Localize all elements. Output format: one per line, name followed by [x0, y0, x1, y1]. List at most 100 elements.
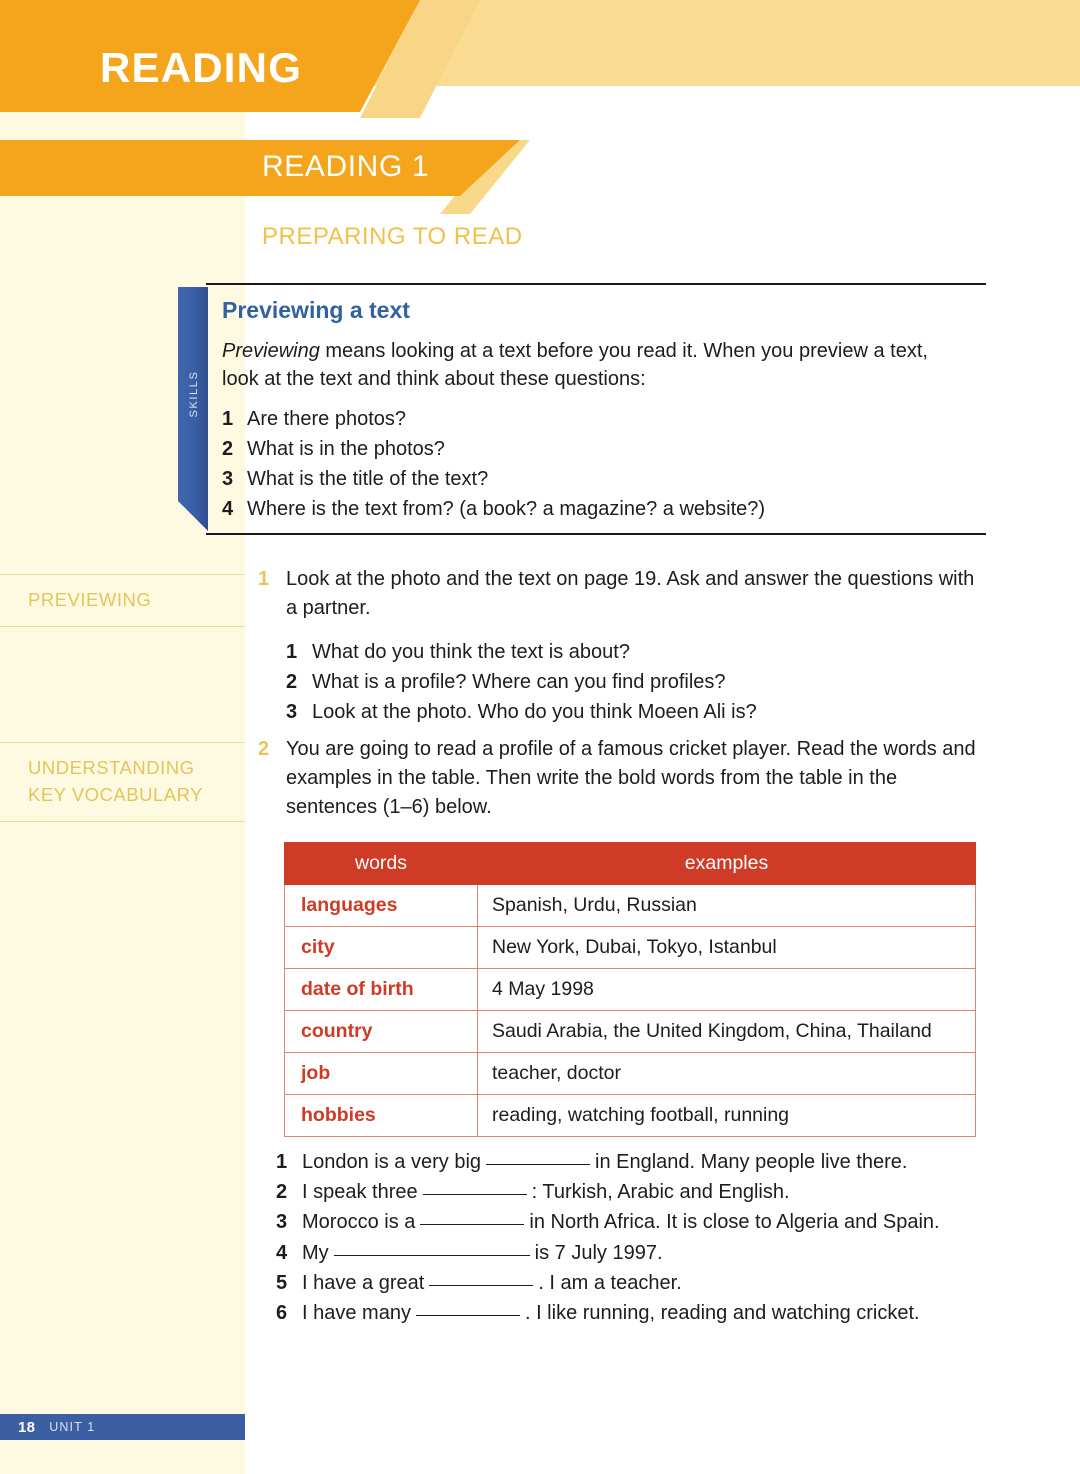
- answer-blank[interactable]: [420, 1224, 525, 1226]
- left-margin-column: [0, 0, 245, 1474]
- margin-label-previewing: PREVIEWING: [0, 574, 245, 627]
- skills-question-item: 3 What is the title of the text?: [222, 464, 982, 494]
- skills-question-number: 1: [222, 408, 234, 431]
- table-cell-examples: teacher, doctor: [477, 1052, 976, 1095]
- reading1-banner: [0, 140, 520, 196]
- skills-intro-rest: means looking at a text before you read …: [222, 339, 928, 391]
- table-cell-word: job: [284, 1052, 478, 1095]
- table-cell-word: languages: [284, 884, 478, 927]
- margin-label-key-vocabulary: UNDERSTANDING KEY VOCABULARY: [0, 742, 245, 822]
- gap-fill-after: in North Africa. It is close to Algeria …: [529, 1211, 940, 1234]
- skills-intro-paragraph: Previewing means looking at a text befor…: [222, 337, 947, 395]
- table-cell-examples: Spanish, Urdu, Russian: [477, 884, 976, 927]
- table-row: languages Spanish, Urdu, Russian: [284, 884, 976, 927]
- exercise-1-subquestions: 1 What do you think the text is about? 2…: [286, 637, 988, 727]
- skills-question-text: What is in the photos?: [247, 438, 445, 461]
- gap-fill-sentence: I have a great . I am a teacher.: [302, 1268, 682, 1298]
- exercise-1-subquestion: 1 What do you think the text is about?: [286, 637, 988, 667]
- textbook-page: READING READING 1 PREPARING TO READ SKIL…: [0, 0, 1080, 1474]
- gap-fill-before: I have many: [302, 1301, 411, 1324]
- skills-box-top-rule: [206, 283, 986, 285]
- gap-fill-item: 4 My is 7 July 1997.: [276, 1238, 996, 1268]
- exercise-2-instruction: You are going to read a profile of a fam…: [286, 738, 976, 818]
- skills-question-item: 2 What is in the photos?: [222, 434, 982, 464]
- table-cell-examples: reading, watching football, running: [477, 1094, 976, 1137]
- table-cell-word: date of birth: [284, 968, 478, 1011]
- gap-fill-item: 3 Morocco is a in North Africa. It is clo…: [276, 1207, 996, 1237]
- footer-page-number: 18: [18, 1418, 36, 1436]
- gap-fill-item: 6 I have many . I like running, reading a…: [276, 1298, 996, 1328]
- subquestion-text: Look at the photo. Who do you think Moee…: [312, 700, 757, 723]
- exercise-1-body: Look at the photo and the text on page 1…: [286, 565, 988, 727]
- gap-fill-sentence: I have many . I like running, reading and…: [302, 1298, 920, 1328]
- gap-fill-number: 1: [276, 1151, 288, 1173]
- gap-fill-number: 5: [276, 1271, 288, 1294]
- answer-blank[interactable]: [429, 1284, 534, 1286]
- skills-tab-label: SKILLS: [188, 370, 200, 418]
- gap-fill-after: . I am a teacher.: [538, 1271, 682, 1294]
- gap-fill-after: . I like running, reading and watching c…: [524, 1301, 920, 1324]
- subquestion-text: What do you think the text is about?: [312, 640, 630, 663]
- table-cell-examples: New York, Dubai, Tokyo, Istanbul: [477, 926, 976, 969]
- gap-fill-after: : Turkish, Arabic and English.: [531, 1181, 790, 1204]
- exercise-2-number: 2: [258, 738, 270, 760]
- gap-fill-number: 3: [276, 1211, 288, 1234]
- table-cell-word: hobbies: [284, 1094, 478, 1137]
- table-cell-word: city: [284, 926, 478, 969]
- gap-fill-number: 2: [276, 1181, 288, 1204]
- vocabulary-table-head: words examples: [284, 842, 976, 885]
- gap-fill-before: My: [302, 1241, 329, 1264]
- table-row: hobbies reading, watching football, runn…: [284, 1094, 976, 1137]
- exercise-2: 2 You are going to read a profile of a f…: [258, 735, 988, 821]
- gap-fill-item: 5 I have a great . I am a teacher.: [276, 1268, 996, 1298]
- gap-fill-list: 1 London is a very big in England. Many p…: [276, 1147, 996, 1328]
- section-subtitle: PREPARING TO READ: [262, 223, 523, 250]
- table-cell-examples: Saudi Arabia, the United Kingdom, China,…: [477, 1010, 976, 1053]
- margin-label-line2: KEY VOCABULARY: [28, 783, 203, 805]
- skills-question-number: 4: [222, 498, 234, 521]
- table-header-words: words: [284, 842, 478, 885]
- page-title: READING: [100, 44, 303, 91]
- exercise-1-subquestion: 2 What is a profile? Where can you find …: [286, 667, 988, 697]
- gap-fill-before: Morocco is a: [302, 1211, 416, 1234]
- gap-fill-item: 2 I speak three : Turkish, Arabic and Eng…: [276, 1177, 996, 1207]
- subquestion-number: 3: [286, 700, 298, 723]
- table-header-examples: examples: [477, 842, 976, 885]
- answer-blank[interactable]: [486, 1164, 591, 1165]
- skills-heading: Previewing a text: [222, 297, 410, 323]
- skills-box: SKILLS Previewing a text Previewing mean…: [178, 283, 986, 535]
- skills-question-item: 1 Are there photos?: [222, 404, 982, 434]
- gap-fill-number: 6: [276, 1301, 288, 1324]
- skills-question-text: What is the title of the text?: [247, 468, 489, 491]
- skills-intro-keyword: Previewing: [222, 339, 320, 362]
- footer-unit-label: UNIT 1: [49, 1420, 96, 1434]
- gap-fill-item: 1 London is a very big in England. Many p…: [276, 1147, 996, 1177]
- gap-fill-before: I speak three: [302, 1181, 418, 1204]
- table-row: date of birth 4 May 1998: [284, 968, 976, 1011]
- answer-blank[interactable]: [415, 1314, 520, 1316]
- gap-fill-after: in England. Many people live there.: [595, 1151, 908, 1173]
- answer-blank[interactable]: [422, 1194, 527, 1196]
- vocabulary-table-body: languages Spanish, Urdu, Russian city Ne…: [284, 884, 976, 1137]
- skills-question-number: 3: [222, 468, 234, 491]
- table-row: city New York, Dubai, Tokyo, Istanbul: [284, 926, 976, 969]
- subquestion-number: 2: [286, 670, 298, 693]
- exercise-1-number: 1: [258, 568, 270, 590]
- skills-question-number: 2: [222, 438, 234, 461]
- gap-fill-before: London is a very big: [302, 1151, 482, 1173]
- skills-question-item: 4 Where is the text from? (a book? a mag…: [222, 494, 982, 524]
- exercise-1: 1 Look at the photo and the text on page…: [258, 565, 988, 727]
- skills-box-bottom-rule: [206, 533, 986, 535]
- table-cell-word: country: [284, 1010, 478, 1053]
- table-header-row: words examples: [284, 842, 976, 885]
- answer-blank[interactable]: [333, 1254, 530, 1256]
- gap-fill-sentence: London is a very big in England. Many peo…: [302, 1147, 907, 1177]
- skills-question-text: Are there photos?: [247, 408, 406, 431]
- gap-fill-after: is 7 July 1997.: [534, 1241, 663, 1264]
- gap-fill-sentence: Morocco is a in North Africa. It is close…: [302, 1207, 940, 1237]
- gap-fill-sentence: I speak three : Turkish, Arabic and Engli…: [302, 1177, 790, 1207]
- gap-fill-number: 4: [276, 1241, 288, 1264]
- margin-label-line1: UNDERSTANDING: [28, 757, 195, 778]
- table-row: country Saudi Arabia, the United Kingdom…: [284, 1010, 976, 1053]
- skills-question-text: Where is the text from? (a book? a magaz…: [247, 498, 766, 521]
